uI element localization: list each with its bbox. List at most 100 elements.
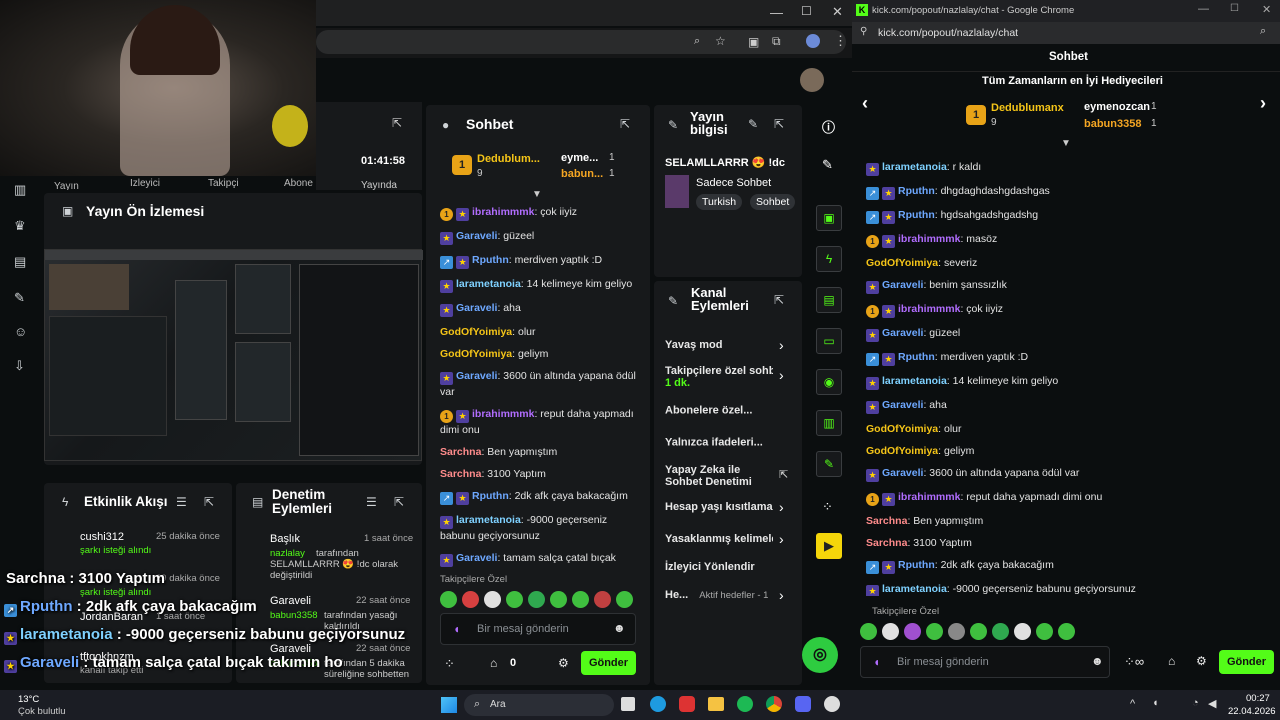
- chat-username[interactable]: larametanoia: [456, 278, 521, 290]
- chat-username[interactable]: Rputhn: [898, 209, 935, 221]
- chat-username[interactable]: larametanoia: [456, 514, 521, 526]
- banned-words-row[interactable]: Yasaklanmış kelimeler ›: [665, 531, 795, 548]
- minimize-icon[interactable]: —: [770, 5, 783, 20]
- filter-icon[interactable]: ☰: [366, 495, 377, 509]
- maximize-icon[interactable]: ☐: [801, 4, 812, 18]
- chat-username[interactable]: ibrahimmmk: [898, 491, 960, 503]
- chat-username[interactable]: Sarchna: [866, 537, 907, 549]
- video-icon[interactable]: ▤: [14, 254, 26, 270]
- chat-input[interactable]: ◖ Bir mesaj gönderin ☻: [440, 613, 636, 645]
- chat-username[interactable]: Garaveli: [456, 552, 497, 564]
- collapse-icon[interactable]: ▼: [532, 189, 542, 200]
- bookmark-icon[interactable]: ☆: [715, 34, 726, 48]
- edit-icon[interactable]: ✎: [822, 157, 833, 173]
- chat-username[interactable]: GodOfYoimiya: [866, 445, 938, 457]
- weather-temp[interactable]: 13°C: [18, 694, 39, 705]
- mic-icon[interactable]: ◖: [453, 622, 460, 636]
- stream-preview-video[interactable]: [44, 249, 423, 461]
- popout-icon[interactable]: ⇱: [394, 495, 404, 509]
- collapse-icon[interactable]: ▼: [1061, 138, 1071, 149]
- subscribers-only-row[interactable]: Abonelere özel...: [665, 404, 879, 417]
- note-button[interactable]: ▤: [816, 287, 842, 313]
- raid-row[interactable]: İzleyici Yönlendir: [665, 561, 795, 573]
- mic-tray-icon[interactable]: ◖: [1152, 697, 1159, 709]
- tag-turkish[interactable]: Turkish: [696, 194, 743, 210]
- popout-icon[interactable]: ⇱: [774, 117, 784, 131]
- app-icon-red[interactable]: [679, 696, 695, 712]
- spotify-icon[interactable]: [737, 696, 753, 712]
- ai-moderation-row[interactable]: Yapay Zeka ile Sohbet Denetimi ⇱: [665, 464, 795, 488]
- chat-username[interactable]: Garaveli: [882, 279, 923, 291]
- url-bar[interactable]: ⚲ kick.com/popout/nazlalay/chat ⌕: [852, 22, 1280, 44]
- account-age-row[interactable]: Hesap yaşı kısıtlaması ›: [665, 499, 795, 516]
- screen-button[interactable]: ▥: [816, 410, 842, 436]
- chat-username[interactable]: ibrahimmmk: [472, 408, 534, 420]
- chat-username[interactable]: larametanoia: [882, 583, 947, 595]
- chat-username[interactable]: Sarchna: [866, 515, 907, 527]
- chat-username[interactable]: Garaveli: [882, 467, 923, 479]
- chat-username[interactable]: Garaveli: [456, 370, 497, 382]
- broadcast-button[interactable]: ◉: [816, 369, 842, 395]
- clock-time[interactable]: 00:27: [1246, 693, 1270, 704]
- puzzle-icon[interactable]: ⧉: [772, 34, 781, 49]
- settings-icon[interactable]: ⚙: [1196, 654, 1207, 668]
- minimize-icon[interactable]: —: [1198, 3, 1209, 15]
- chat-username[interactable]: Rputhn: [898, 559, 935, 571]
- chat-username[interactable]: Garaveli: [882, 327, 923, 339]
- popout-icon[interactable]: ⇱: [620, 117, 630, 131]
- wrench-button[interactable]: ✎: [816, 451, 842, 477]
- trophy-icon[interactable]: ♛: [14, 218, 26, 234]
- profile-icon[interactable]: [806, 34, 820, 48]
- edge-icon[interactable]: [650, 696, 666, 712]
- zoom-icon[interactable]: ⌕: [1260, 25, 1266, 38]
- chat-username[interactable]: Garaveli: [882, 399, 923, 411]
- support-button[interactable]: ◎: [802, 637, 838, 673]
- start-icon[interactable]: [441, 697, 457, 713]
- upload-icon[interactable]: ⇩: [14, 358, 25, 374]
- chat-username[interactable]: GodOfYoimiya: [866, 423, 938, 435]
- site-settings-icon[interactable]: ⚲: [860, 26, 867, 37]
- emotes-only-row[interactable]: Yalnızca ifadeleri...: [665, 436, 889, 449]
- chat-username[interactable]: Rputhn: [472, 254, 509, 266]
- chat-username[interactable]: Rputhn: [898, 185, 935, 197]
- chevron-right-icon[interactable]: ›: [1260, 93, 1266, 114]
- close-icon[interactable]: ✕: [1262, 3, 1271, 16]
- popout-icon[interactable]: ⇱: [204, 495, 214, 509]
- zoom-icon[interactable]: ⌕: [694, 35, 700, 48]
- task-view-icon[interactable]: [621, 697, 635, 711]
- chat-username[interactable]: ibrahimmmk: [472, 206, 534, 218]
- wrench-icon[interactable]: ✎: [14, 290, 25, 306]
- search-box[interactable]: ⌕ Ara: [464, 694, 614, 716]
- avatar[interactable]: [800, 68, 824, 92]
- points-icon[interactable]: ⁘: [822, 499, 833, 515]
- chat-username[interactable]: GodOfYoimiya: [440, 326, 512, 338]
- tag-sohbet[interactable]: Sohbet: [750, 194, 796, 210]
- chat-username[interactable]: ibrahimmmk: [898, 233, 960, 245]
- lightning-button[interactable]: ϟ: [816, 246, 842, 272]
- volume-icon[interactable]: ◀: [1208, 697, 1216, 710]
- points-icon[interactable]: ⁘∞: [1124, 654, 1144, 670]
- mic-icon[interactable]: ◖: [873, 655, 880, 669]
- slow-mode-row[interactable]: Yavaş mod ›: [665, 337, 795, 353]
- tray-chevron-icon[interactable]: ^: [1130, 698, 1135, 710]
- folder-icon[interactable]: [708, 697, 724, 711]
- maximize-icon[interactable]: ☐: [1230, 3, 1239, 14]
- send-button[interactable]: Gönder: [1219, 650, 1274, 674]
- emoji-icon[interactable]: ☻: [1091, 654, 1104, 668]
- chevron-left-icon[interactable]: ‹: [862, 93, 868, 114]
- points-icon[interactable]: ⁘: [444, 656, 455, 672]
- gift-icon[interactable]: ⌂: [490, 656, 497, 670]
- dashboard-icon[interactable]: ▥: [14, 182, 26, 198]
- chat-username[interactable]: Rputhn: [472, 490, 509, 502]
- chat-username[interactable]: larametanoia: [882, 375, 947, 387]
- chat-username[interactable]: larametanoia: [882, 161, 947, 173]
- edit-icon[interactable]: ✎: [748, 117, 758, 131]
- chat-input[interactable]: ◖ Bir mesaj gönderin ☻: [860, 646, 1110, 678]
- clip-button[interactable]: ▣: [816, 205, 842, 231]
- network-icon[interactable]: ◔: [1192, 697, 1199, 709]
- chat-username[interactable]: Rputhn: [898, 351, 935, 363]
- goals-row[interactable]: He... Aktif hedefler - 1 ›: [665, 587, 795, 603]
- send-button[interactable]: Gönder: [581, 651, 636, 675]
- chat-username[interactable]: Garaveli: [456, 230, 497, 242]
- filter-icon[interactable]: ☰: [176, 495, 187, 509]
